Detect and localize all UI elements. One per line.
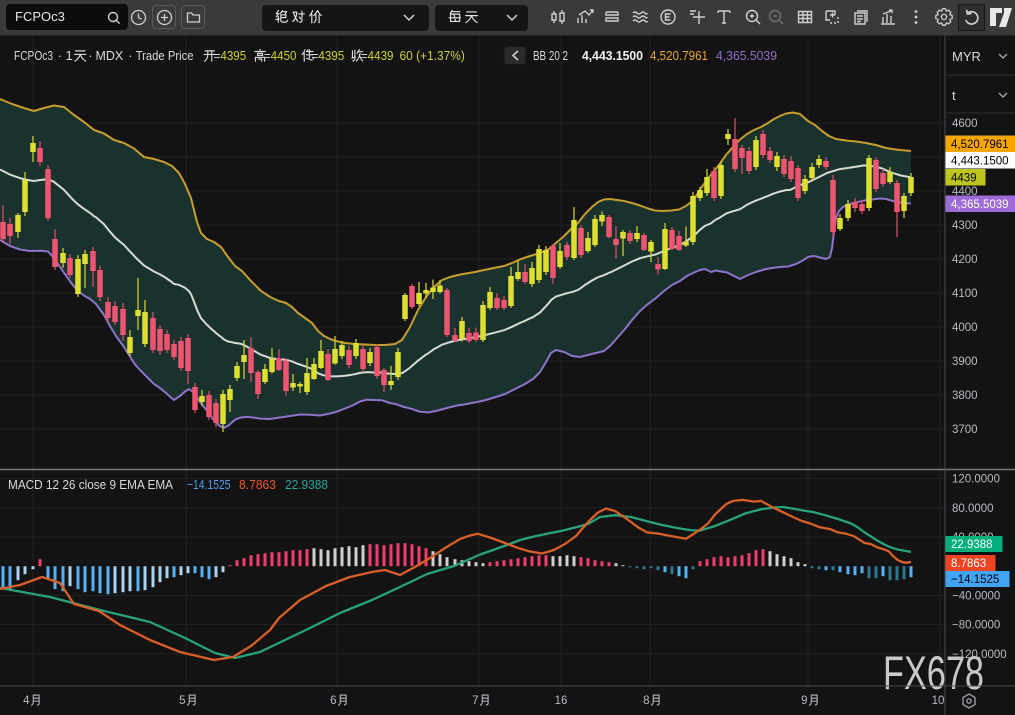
svg-text:120.0000: 120.0000 <box>952 474 1000 486</box>
svg-text:MACD 12 26 close 9 EMA EMA: MACD 12 26 close 9 EMA EMA <box>8 477 173 492</box>
svg-text:·: · <box>128 48 132 63</box>
svg-text:60 (+1.37%): 60 (+1.37%) <box>400 48 465 63</box>
svg-text:3900: 3900 <box>952 356 978 368</box>
svg-text:8.7863: 8.7863 <box>951 558 986 570</box>
svg-text:−40.0000: −40.0000 <box>952 590 1000 602</box>
svg-text:6: 6 <box>330 695 336 707</box>
svg-text:MYR: MYR <box>952 49 981 64</box>
svg-text:4600: 4600 <box>952 118 978 130</box>
svg-text:BB 20 2: BB 20 2 <box>533 48 568 63</box>
svg-text:−80.0000: −80.0000 <box>952 620 1000 632</box>
svg-text:3800: 3800 <box>952 390 978 402</box>
svg-text:8: 8 <box>643 695 649 707</box>
svg-text:4,520.7961: 4,520.7961 <box>650 48 708 63</box>
svg-text:·: · <box>58 48 62 63</box>
svg-text:7: 7 <box>472 695 478 707</box>
svg-text:22.9388: 22.9388 <box>951 539 993 551</box>
svg-text:Trade Price: Trade Price <box>136 48 194 63</box>
svg-text:4,443.1500: 4,443.1500 <box>582 48 643 63</box>
svg-text:−14.1525: −14.1525 <box>951 574 999 586</box>
svg-text:t: t <box>952 88 956 103</box>
svg-text:1: 1 <box>66 48 73 63</box>
svg-text:·: · <box>88 48 92 63</box>
svg-text:4100: 4100 <box>952 288 978 300</box>
svg-text:MDX: MDX <box>96 48 124 63</box>
svg-text:80.0000: 80.0000 <box>952 503 994 515</box>
svg-text:10: 10 <box>932 695 945 707</box>
svg-text:−120.0000: −120.0000 <box>952 649 1007 661</box>
svg-text:−14.1525: −14.1525 <box>187 477 231 492</box>
svg-text:5: 5 <box>179 695 185 707</box>
svg-text:9: 9 <box>801 695 807 707</box>
svg-text:FCPOc3: FCPOc3 <box>14 48 53 63</box>
svg-text:16: 16 <box>555 695 568 707</box>
svg-text:4,520.7961: 4,520.7961 <box>951 139 1009 151</box>
svg-text:4200: 4200 <box>952 254 978 266</box>
svg-text:=4439: =4439 <box>361 48 394 63</box>
svg-text:=4450: =4450 <box>264 48 297 63</box>
svg-text:4439: 4439 <box>951 173 977 185</box>
svg-text:4,365.5039: 4,365.5039 <box>716 48 777 63</box>
svg-text:4000: 4000 <box>952 322 978 334</box>
svg-text:4,365.5039: 4,365.5039 <box>951 199 1009 211</box>
svg-text:=4395: =4395 <box>312 48 345 63</box>
svg-text:3700: 3700 <box>952 424 978 436</box>
svg-text:4: 4 <box>23 695 30 707</box>
svg-text:22.9388: 22.9388 <box>285 477 328 492</box>
svg-text:=4395: =4395 <box>214 48 247 63</box>
svg-text:4300: 4300 <box>952 220 978 232</box>
svg-text:8.7863: 8.7863 <box>239 477 276 492</box>
svg-text:4,443.1500: 4,443.1500 <box>951 156 1009 168</box>
